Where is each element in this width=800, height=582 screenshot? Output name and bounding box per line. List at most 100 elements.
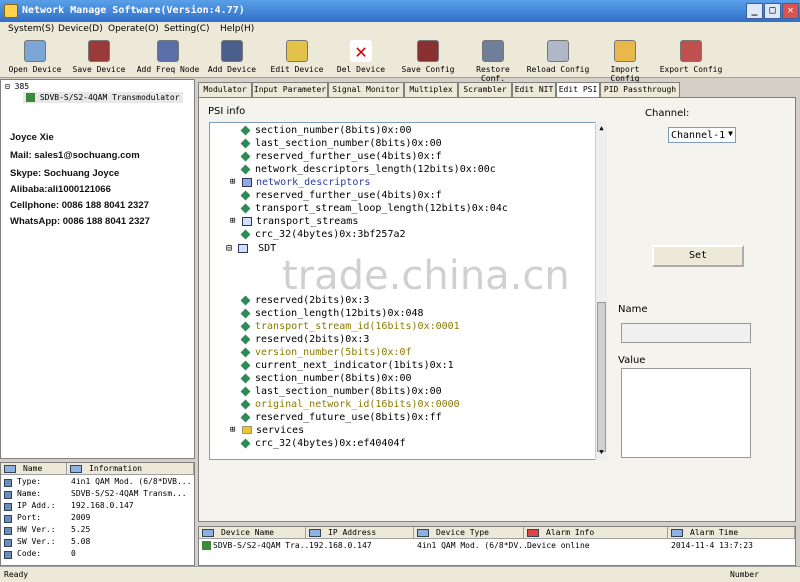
col-alarm-time[interactable]: Alarm Time <box>668 527 795 539</box>
menu-operate[interactable]: Operate(O) <box>108 24 159 34</box>
menu-help[interactable]: Help(H) <box>220 24 254 34</box>
list-item[interactable]: Code: 0 <box>1 549 194 561</box>
expand-icon[interactable]: ⊞ <box>230 177 235 187</box>
tab-input-parameter[interactable]: Input Parameter <box>252 82 328 98</box>
tree-node[interactable]: reserved_further_use(4bits)0x:f <box>240 151 442 164</box>
col-device-name[interactable]: Device Name <box>199 527 306 539</box>
tree-node-sdt[interactable]: ⊟ SDT <box>226 243 276 256</box>
col-ip-address[interactable]: IP Address <box>306 527 414 539</box>
import-config-button[interactable]: Import Config <box>595 38 655 83</box>
leaf-node-icon <box>240 399 251 409</box>
info-header-information[interactable]: Information <box>67 463 194 475</box>
save-device-button[interactable]: Save Device <box>70 38 128 78</box>
menu-setting[interactable]: Setting(C) <box>164 24 210 34</box>
minimize-button[interactable]: _ <box>746 3 763 19</box>
info-row-icon <box>4 539 12 547</box>
list-item[interactable]: IP Add.: 192.168.0.147 <box>1 501 194 513</box>
scroll-thumb[interactable] <box>597 302 606 452</box>
col-alarm-info[interactable]: Alarm Info <box>524 527 668 539</box>
leaf-node-icon <box>240 308 251 318</box>
scroll-down-arrow[interactable]: ▼ <box>597 448 606 457</box>
list-item[interactable]: Type: 4in1 QAM Mod. (6/8*DVB... <box>1 477 194 489</box>
tree-node[interactable]: version_number(5bits)0x:0f <box>240 347 412 360</box>
list-item[interactable]: Port: 2009 <box>1 513 194 525</box>
export-config-button[interactable]: Export Config <box>659 38 723 78</box>
col-device-type[interactable]: Device Type <box>414 527 524 539</box>
tree-node[interactable]: section_number(8bits)0x:00 <box>240 125 412 138</box>
info-value: 192.168.0.147 <box>71 501 134 510</box>
expand-icon[interactable]: ⊞ <box>230 425 235 435</box>
tree-node-label: reserved_further_use(4bits)0x:f <box>255 190 442 201</box>
status-number: Number <box>730 570 759 579</box>
reload-config-button[interactable]: Reload Config <box>526 38 590 78</box>
tab-edit-nit[interactable]: Edit NIT <box>512 82 556 98</box>
info-header-name[interactable]: Name <box>1 463 67 475</box>
tree-node[interactable]: last_section_number(8bits)0x:00 <box>240 386 442 399</box>
tree-node-label: version_number(5bits)0x:0f <box>255 347 412 358</box>
menu-device[interactable]: Device(D) <box>58 24 103 34</box>
tree-scrollbar[interactable]: ▲ ▼ <box>595 122 607 460</box>
edit-device-icon <box>286 40 308 62</box>
collapse-icon[interactable]: ⊟ <box>226 243 232 254</box>
info-row-icon <box>4 527 12 535</box>
scroll-up-arrow[interactable]: ▲ <box>597 124 606 133</box>
device-node-label: SDVB-S/S2-4QAM Transmodulator <box>39 93 180 102</box>
tree-node[interactable]: crc_32(4bytes)0x:3bf257a2 <box>240 229 406 242</box>
leaf-node-icon <box>240 203 251 213</box>
tree-node[interactable]: ⊞ network_descriptors <box>230 177 370 190</box>
table-row[interactable]: SDVB-S/S2-4QAM Tra... 192.168.0.147 4in1… <box>199 541 795 553</box>
leaf-node-icon <box>240 412 251 422</box>
contact-name: Joyce Xie <box>10 132 54 143</box>
tab-scrambler[interactable]: Scrambler <box>458 82 512 98</box>
tab-modulator[interactable]: Modulator <box>198 82 252 98</box>
tree-node-label: last_section_number(8bits)0x:00 <box>255 138 442 149</box>
tree-node[interactable]: current_next_indicator(1bits)0x:1 <box>240 360 454 373</box>
tree-root[interactable]: ⊟ 385 <box>5 82 29 91</box>
leaf-node-icon <box>240 321 251 331</box>
expand-icon[interactable]: ⊞ <box>230 216 235 226</box>
leaf-node-icon <box>240 295 251 305</box>
list-item[interactable]: SW Ver.: 5.08 <box>1 537 194 549</box>
save-config-icon <box>417 40 439 62</box>
tree-node[interactable]: network_descriptors_length(12bits)0x:00c <box>240 164 496 177</box>
edit-device-button[interactable]: Edit Device <box>266 38 328 78</box>
tab-signal-monitor[interactable]: Signal Monitor <box>328 82 404 98</box>
del-device-button[interactable]: ✕ Del Device <box>334 38 388 78</box>
tab-edit-psi[interactable]: Edit PSI <box>556 82 600 98</box>
tree-expand-icon[interactable]: ⊟ <box>5 82 10 91</box>
tree-node[interactable]: reserved_future_use(8bits)0x:ff <box>240 412 442 425</box>
maximize-button[interactable]: □ <box>764 3 781 19</box>
value-field[interactable] <box>621 368 751 458</box>
set-button[interactable]: Set <box>652 245 744 267</box>
tree-node[interactable]: ⊞ services <box>230 425 304 438</box>
save-config-button[interactable]: Save Config <box>400 38 456 78</box>
tree-node[interactable]: section_length(12bits)0x:048 <box>240 308 424 321</box>
tab-pid-passthrough[interactable]: PID Passthrough <box>600 82 680 98</box>
name-field[interactable] <box>621 323 751 343</box>
tree-node[interactable]: ⊞ transport_streams <box>230 216 358 229</box>
tab-multiplex[interactable]: Multiplex <box>404 82 458 98</box>
info-key: Type: <box>17 477 42 486</box>
list-item[interactable]: Name: SDVB-S/S2-4QAM Transm... <box>1 489 194 501</box>
tree-node-label: reserved_future_use(8bits)0x:ff <box>255 412 442 423</box>
tree-device-node[interactable]: SDVB-S/S2-4QAM Transmodulator <box>23 92 183 103</box>
tree-node[interactable]: reserved(2bits)0x:3 <box>240 334 369 347</box>
add-freq-node-button[interactable]: Add Freq Node <box>136 38 200 78</box>
close-button[interactable]: ✕ <box>782 3 799 19</box>
add-device-button[interactable]: Add Device <box>204 38 260 78</box>
menu-system[interactable]: System(S) <box>8 24 54 34</box>
tree-node[interactable]: transport_stream_loop_length(12bits)0x:0… <box>240 203 508 216</box>
tree-node[interactable]: section_number(8bits)0x:00 <box>240 373 412 386</box>
tree-node[interactable]: reserved_further_use(4bits)0x:f <box>240 190 442 203</box>
device-alarm-list: Device Name IP Address Device Type Alarm… <box>198 526 796 566</box>
list-item[interactable]: HW Ver.: 5.25 <box>1 525 194 537</box>
tree-node[interactable]: crc_32(4bytes)0x:ef40404f <box>240 438 406 451</box>
tree-node[interactable]: transport_stream_id(16bits)0x:0001 <box>240 321 460 334</box>
tree-node[interactable]: last_section_number(8bits)0x:00 <box>240 138 442 151</box>
channel-select[interactable]: Channel-1 ▼ <box>668 127 736 143</box>
restore-config-button[interactable]: Restore Conf. <box>462 38 524 83</box>
open-device-button[interactable]: Open Device <box>6 38 64 78</box>
tree-node-label: current_next_indicator(1bits)0x:1 <box>255 360 454 371</box>
tree-node[interactable]: original_network_id(16bits)0x:0000 <box>240 399 460 412</box>
tree-node-label: section_number(8bits)0x:00 <box>255 373 412 384</box>
